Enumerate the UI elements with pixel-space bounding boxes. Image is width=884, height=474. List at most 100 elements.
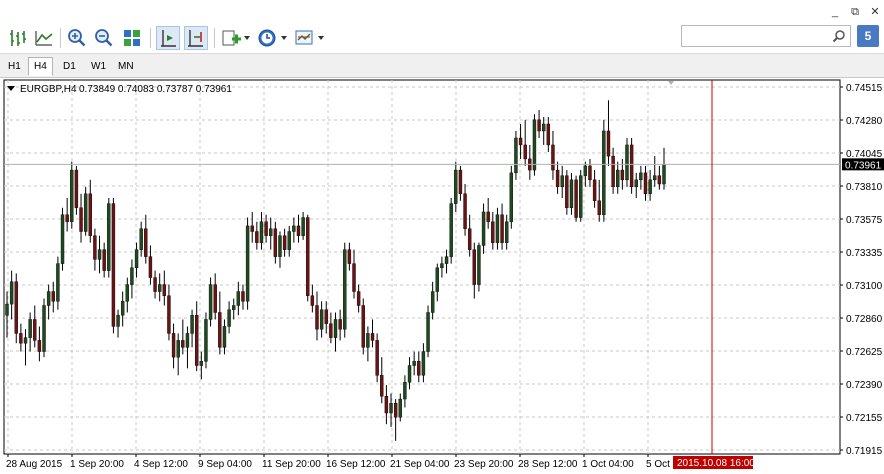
candle (111, 197, 116, 334)
zoom-out-icon[interactable] (92, 26, 116, 50)
x-tick-label: 1 Sep 20:00 (70, 459, 124, 470)
candle-body-bull (60, 214, 65, 264)
tab-mn[interactable]: MN (112, 57, 140, 76)
candle (375, 333, 379, 383)
candle-body-bull (639, 172, 643, 181)
candle-body-bear (102, 249, 106, 271)
chevron-down-icon[interactable] (318, 36, 324, 40)
candle (579, 170, 583, 222)
candle-body-bull (222, 326, 227, 348)
candle-body-bull (130, 267, 134, 285)
candle-body-bear (611, 155, 615, 188)
candle-body-bear (306, 217, 310, 296)
periodicity-icon[interactable] (255, 26, 279, 50)
add-indicator-icon[interactable] (219, 26, 243, 50)
search-input[interactable] (682, 26, 822, 46)
candle-body-bull (236, 291, 241, 306)
y-tick-label: 0.73575 (846, 215, 883, 226)
candle-body-bear (315, 305, 319, 330)
candle (60, 207, 65, 271)
candle-body-bull (481, 211, 486, 246)
chart-shift-icon[interactable] (156, 26, 180, 50)
templates-icon[interactable] (292, 26, 316, 50)
candle (245, 217, 250, 310)
candle-body-bear (273, 228, 278, 257)
candle-body-bull (616, 169, 620, 188)
chevron-down-icon[interactable] (281, 36, 287, 40)
candle-body-bear (171, 333, 176, 358)
candle-body-bear (458, 169, 463, 195)
candle-body-bull (426, 312, 430, 352)
window-controls-bar: _ ⧉ ✕ (0, 0, 884, 22)
tab-d1[interactable]: D1 (57, 57, 82, 76)
candle-body-bull (185, 333, 190, 348)
candle-body-bear (486, 211, 490, 222)
minimize-button[interactable]: _ (828, 5, 842, 19)
candle-body-bull (504, 221, 509, 243)
candle-body-bear (551, 144, 555, 171)
candle-body-bear (282, 235, 287, 250)
x-tick-label: 1 Oct 04:00 (582, 459, 634, 470)
candle-body-bear (657, 175, 662, 185)
x-tick-label: 16 Sep 12:00 (326, 459, 386, 470)
bar-chart-icon[interactable] (6, 26, 30, 50)
candle-body-bear (65, 214, 69, 222)
candle (532, 114, 537, 176)
y-tick-label: 0.72860 (846, 314, 883, 325)
candle-body-bull (125, 284, 129, 302)
line-chart-icon[interactable] (32, 26, 56, 50)
candle-body-bear (546, 123, 551, 146)
candle-body-bull (204, 319, 208, 362)
y-tick-label: 0.72155 (846, 413, 883, 424)
y-tick-label: 0.74515 (846, 83, 883, 94)
candle (602, 119, 606, 222)
candle-body-bear (88, 193, 92, 236)
candle (574, 175, 578, 222)
candle-body-bull (366, 333, 370, 348)
y-tick-label: 0.72390 (846, 380, 883, 391)
candle-body-bull (412, 361, 416, 366)
candle-body-bear (523, 144, 527, 160)
candle-body-bear (167, 295, 171, 334)
x-tick-label: 11 Sep 20:00 (262, 459, 321, 470)
candle-body-bear (329, 323, 333, 338)
search-icon[interactable] (832, 29, 846, 43)
candle (107, 197, 111, 278)
chevron-down-icon[interactable] (244, 36, 250, 40)
autoscroll-icon[interactable] (184, 26, 208, 50)
candle-body-bear (361, 305, 365, 348)
tab-h1[interactable]: H1 (2, 57, 27, 76)
candle-body-bear (463, 193, 467, 229)
candle-body-bull (449, 203, 453, 257)
time-axis: 28 Aug 2015 1 Sep 20:00 4 Sep 12:00 9 Sep 0… (6, 454, 755, 470)
ohlc-values: 0.73849 0.74083 0.73787 0.73961 (79, 84, 232, 95)
candle-body-bull (625, 144, 629, 181)
candle-body-bull (634, 179, 638, 188)
candle (361, 298, 365, 355)
candle-body-bear (592, 179, 597, 201)
candle-body-bear (574, 179, 578, 218)
restore-button[interactable]: ⧉ (848, 5, 862, 19)
y-tick-label: 0.73335 (846, 248, 883, 259)
candle-body-bear (296, 225, 301, 236)
notifications-badge[interactable]: 5 (857, 25, 879, 47)
candle-body-bear (518, 137, 523, 146)
tile-windows-icon[interactable] (120, 26, 144, 50)
tab-h4[interactable]: H4 (28, 57, 53, 76)
candlestick-chart[interactable]: 0.745150.742800.740450.738100.735750.733… (0, 78, 884, 474)
candle (83, 186, 88, 236)
search-box[interactable] (681, 25, 851, 47)
tab-w1[interactable]: W1 (85, 57, 112, 76)
candle (204, 312, 208, 369)
candle-body-bear (241, 291, 245, 302)
current-price-label: 0.73961 (845, 160, 882, 171)
zoom-in-icon[interactable] (65, 26, 89, 50)
price-chart[interactable]: 0.74515 0.74280 0.74045 0.73810 0.73575 0.733… (0, 78, 884, 474)
candle-body-bull (421, 351, 426, 376)
candle (426, 305, 430, 358)
candle-body-bear (162, 284, 167, 296)
candle-body-bear (491, 221, 495, 243)
y-tick-label: 0.72625 (846, 347, 883, 358)
close-button[interactable]: ✕ (868, 5, 882, 19)
candle-body-bull (190, 315, 194, 334)
